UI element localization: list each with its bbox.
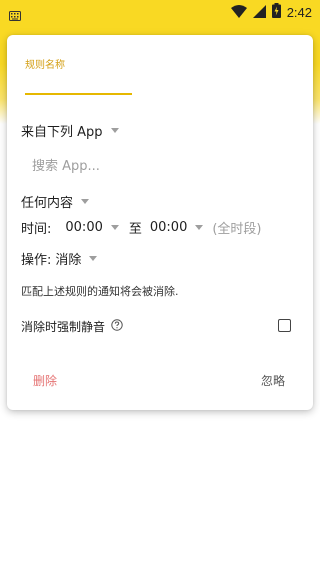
keyboard-icon [9, 6, 21, 21]
content-selector-dropdown[interactable]: 任何内容 [21, 192, 90, 211]
mute-option-row: 消除时强制静音 [21, 318, 123, 335]
time-end-dropdown[interactable]: 00:00 [149, 220, 204, 235]
mute-label: 消除时强制静音 [21, 320, 106, 334]
content-selector-label: 任何内容 [21, 196, 74, 211]
app-selector-label: 来自下列 App [21, 125, 103, 140]
chevron-down-icon [89, 256, 98, 261]
wifi-icon [230, 3, 247, 22]
action-dropdown[interactable]: 消除 [55, 249, 98, 268]
battery-charging-icon [271, 2, 281, 22]
app-search-input[interactable]: 搜索 App... [32, 155, 100, 174]
action-value: 消除 [55, 253, 82, 268]
action-description: 匹配上述规则的通知将会被消除. [21, 285, 179, 298]
chevron-down-icon [110, 225, 119, 230]
mute-checkbox[interactable] [278, 319, 291, 332]
help-icon[interactable] [111, 319, 123, 334]
time-hint: (全时段) [212, 222, 262, 237]
time-label: 时间: [21, 222, 52, 237]
chevron-down-icon [110, 128, 119, 133]
chevron-down-icon [81, 199, 90, 204]
chevron-down-icon [195, 225, 204, 230]
time-end-value: 00:00 [149, 220, 188, 235]
status-bar: 2:42 [0, 0, 320, 24]
signal-icon [252, 3, 266, 22]
time-start-dropdown[interactable]: 00:00 [65, 220, 119, 235]
action-label: 操作: [21, 253, 52, 268]
time-range-row: 时间: 00:00 至 00:00 (全时段) [21, 218, 262, 237]
ignore-button[interactable]: 忽略 [261, 372, 285, 389]
rule-editor-dialog: 规则名称 来自下列 App 搜索 App... 任何内容 时间: 00:00 至… [7, 35, 313, 410]
clock: 2:42 [286, 4, 312, 20]
time-start-value: 00:00 [65, 220, 103, 235]
rule-name-label: 规则名称 [25, 60, 65, 71]
app-selector-dropdown[interactable]: 来自下列 App [21, 121, 119, 140]
action-row: 操作: 消除 [21, 249, 98, 268]
rule-name-input[interactable] [25, 93, 132, 95]
delete-button[interactable]: 删除 [33, 372, 57, 389]
time-to-label: 至 [128, 222, 142, 237]
